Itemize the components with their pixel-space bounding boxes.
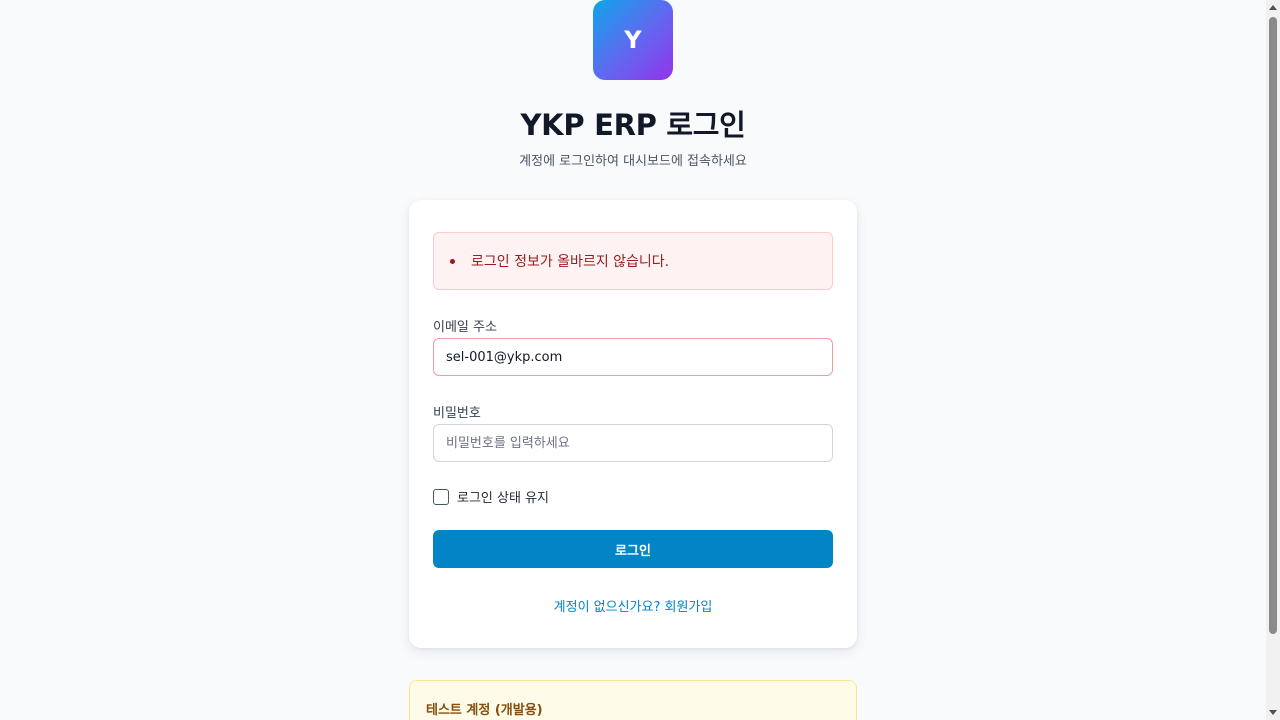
password-field[interactable] (433, 424, 833, 462)
error-message: 로그인 정보가 올바르지 않습니다. (471, 254, 670, 270)
page-title: YKP ERP 로그인 (520, 108, 746, 142)
email-label: 이메일 주소 (433, 320, 497, 335)
scroll-thumb[interactable] (1269, 17, 1277, 634)
app-logo: Y (593, 0, 673, 80)
scroll-down-arrow-icon[interactable] (1269, 710, 1277, 715)
login-card: 로그인 정보가 올바르지 않습니다. 이메일 주소 비밀번호 로그인 상태 유지… (409, 200, 857, 648)
remember-checkbox[interactable] (433, 488, 449, 505)
page-subtitle: 계정에 로그인하여 대시보드에 접속하세요 (519, 154, 747, 169)
signup-link[interactable]: 계정이 없으신가요? 회원가입 (409, 596, 857, 615)
test-accounts-panel: 테스트 계정 (개발용) (409, 680, 857, 720)
bullet-icon (450, 258, 455, 264)
logo-letter: Y (624, 26, 642, 54)
remember-me[interactable]: 로그인 상태 유지 (433, 487, 549, 506)
scroll-up-arrow-icon[interactable] (1269, 5, 1277, 10)
email-field[interactable] (433, 338, 833, 376)
login-button[interactable]: 로그인 (433, 530, 833, 568)
test-accounts-title: 테스트 계정 (개발용) (426, 703, 543, 718)
vertical-scrollbar[interactable] (1266, 0, 1280, 720)
password-label: 비밀번호 (433, 406, 481, 421)
remember-label: 로그인 상태 유지 (457, 491, 549, 506)
error-alert: 로그인 정보가 올바르지 않습니다. (433, 232, 833, 290)
login-page: Y YKP ERP 로그인 계정에 로그인하여 대시보드에 접속하세요 로그인 … (0, 0, 1266, 720)
